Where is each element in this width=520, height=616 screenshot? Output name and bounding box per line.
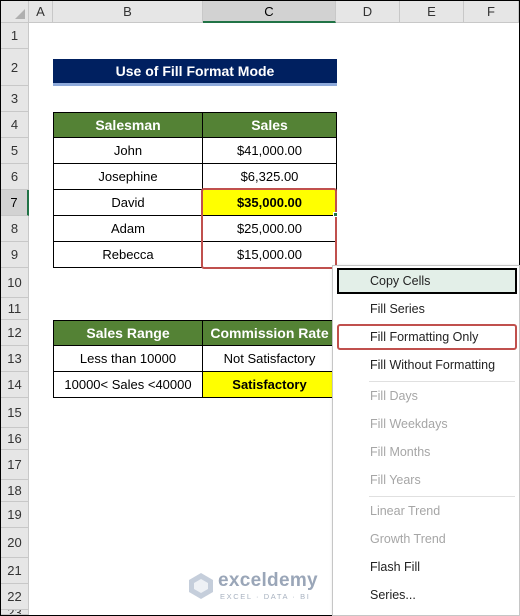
menu-item-series[interactable]: Series... [337, 582, 517, 608]
row-header-20[interactable]: 20 [1, 528, 29, 558]
salesman-cell[interactable]: Josephine [53, 163, 203, 190]
autofill-options-menu: Copy Cells Fill Series Fill Formatting O… [332, 265, 520, 616]
table2-header-commission-rate[interactable]: Commission Rate [202, 320, 337, 346]
column-header-c[interactable]: C [203, 1, 336, 23]
commission-rate-cell-highlighted[interactable]: Satisfactory [202, 371, 337, 398]
menu-item-fill-formatting-only[interactable]: Fill Formatting Only [337, 324, 517, 350]
row-header-23[interactable]: 23 [1, 610, 29, 615]
row-header-2[interactable]: 2 [1, 49, 29, 86]
menu-item-linear-trend[interactable]: Linear Trend [337, 498, 517, 524]
exceldemy-logo-icon [189, 573, 213, 599]
row-header-7[interactable]: 7 [1, 190, 29, 216]
menu-item-fill-days[interactable]: Fill Days [337, 383, 517, 409]
sales-range-cell[interactable]: 10000< Sales <40000 [53, 371, 203, 398]
row-header-9[interactable]: 9 [1, 242, 29, 268]
row-header-17[interactable]: 17 [1, 450, 29, 480]
selected-range-outline [201, 188, 337, 269]
row-header-18[interactable]: 18 [1, 480, 29, 502]
row-header-15[interactable]: 15 [1, 398, 29, 428]
menu-separator [369, 381, 515, 382]
sales-range-cell[interactable]: Less than 10000 [53, 345, 203, 372]
column-header-d[interactable]: D [336, 1, 400, 23]
menu-item-fill-years[interactable]: Fill Years [337, 467, 517, 493]
select-all-corner[interactable] [1, 1, 29, 23]
row-header-22[interactable]: 22 [1, 584, 29, 610]
salesman-cell[interactable]: Rebecca [53, 241, 203, 268]
menu-item-fill-series[interactable]: Fill Series [337, 296, 517, 322]
row-header-14[interactable]: 14 [1, 372, 29, 398]
row-header-1[interactable]: 1 [1, 23, 29, 49]
exceldemy-watermark: exceldemy EXCEL · DATA · BI [188, 570, 348, 604]
row-header-16[interactable]: 16 [1, 428, 29, 450]
watermark-tagline: EXCEL · DATA · BI [220, 592, 311, 601]
row-header-3[interactable]: 3 [1, 86, 29, 112]
sales-cell[interactable]: $6,325.00 [202, 163, 337, 190]
row-header-8[interactable]: 8 [1, 216, 29, 242]
table1-header-sales[interactable]: Sales [202, 112, 337, 138]
fill-handle[interactable] [333, 212, 338, 217]
watermark-name: exceldemy [218, 570, 318, 591]
menu-separator [369, 496, 515, 497]
commission-rate-cell[interactable]: Not Satisfactory [202, 345, 337, 372]
sales-cell[interactable]: $41,000.00 [202, 137, 337, 164]
row-header-10[interactable]: 10 [1, 268, 29, 298]
menu-item-flash-fill[interactable]: Flash Fill [337, 554, 517, 580]
menu-item-fill-without-formatting[interactable]: Fill Without Formatting [337, 352, 517, 378]
sheet-title: Use of Fill Format Mode [53, 59, 337, 86]
row-header-4[interactable]: 4 [1, 112, 29, 138]
menu-item-fill-months[interactable]: Fill Months [337, 439, 517, 465]
row-header-21[interactable]: 21 [1, 558, 29, 584]
salesman-cell[interactable]: John [53, 137, 203, 164]
row-header-5[interactable]: 5 [1, 138, 29, 164]
row-header-12[interactable]: 12 [1, 320, 29, 346]
row-header-11[interactable]: 11 [1, 298, 29, 320]
row-header-13[interactable]: 13 [1, 346, 29, 372]
menu-item-growth-trend[interactable]: Growth Trend [337, 526, 517, 552]
menu-item-fill-weekdays[interactable]: Fill Weekdays [337, 411, 517, 437]
table1-header-salesman[interactable]: Salesman [53, 112, 203, 138]
column-header-b[interactable]: B [53, 1, 203, 23]
select-all-triangle-icon [15, 9, 25, 19]
table2-header-sales-range[interactable]: Sales Range [53, 320, 203, 346]
salesman-cell[interactable]: Adam [53, 215, 203, 242]
row-header-6[interactable]: 6 [1, 164, 29, 190]
menu-item-copy-cells[interactable]: Copy Cells [337, 268, 517, 294]
column-header-f[interactable]: F [464, 1, 519, 23]
salesman-cell[interactable]: David [53, 189, 203, 216]
column-header-e[interactable]: E [400, 1, 464, 23]
column-header-a[interactable]: A [29, 1, 53, 23]
row-header-19[interactable]: 19 [1, 502, 29, 528]
